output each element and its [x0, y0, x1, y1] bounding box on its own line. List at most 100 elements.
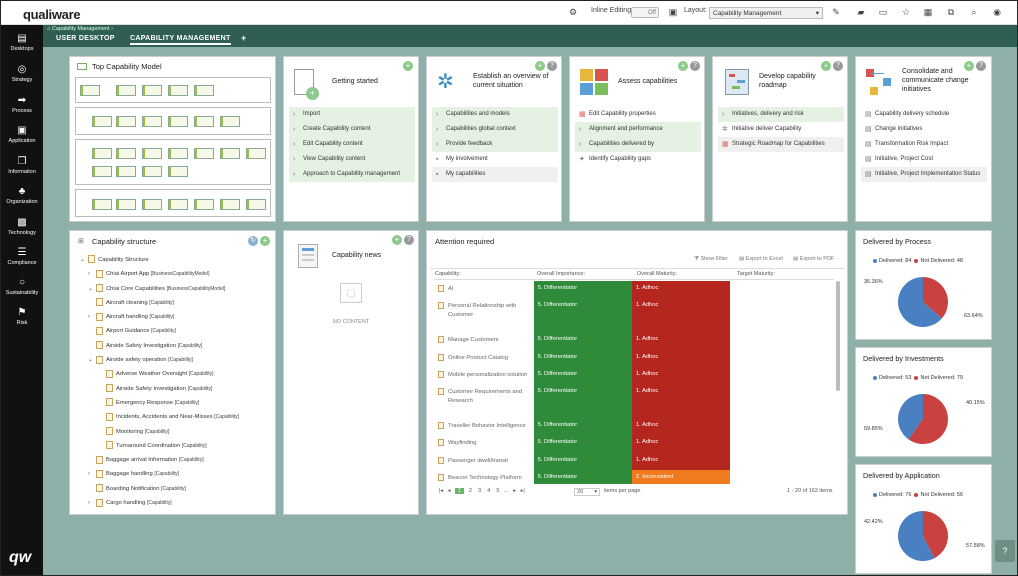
capability-cell[interactable]: Passenger dwell/transit	[434, 453, 534, 470]
export-pdf-button[interactable]: ▤ Export to PDF	[793, 256, 834, 262]
tree-item[interactable]: › Aircraft handling [Capability]	[76, 310, 274, 324]
pie-chart-process[interactable]	[896, 275, 950, 329]
compare-icon[interactable]: ⧉	[945, 6, 957, 18]
capability-cell[interactable]: AI	[434, 281, 534, 298]
capability-model-diagram[interactable]	[75, 77, 272, 217]
page-button[interactable]: 2	[469, 488, 472, 494]
table-row[interactable]: Online Product Catalog 5. Differentiator 1…	[434, 349, 734, 367]
prev-page-button[interactable]: ◂	[448, 488, 451, 494]
first-page-button[interactable]: |◂	[439, 488, 443, 494]
menu-item[interactable]: › Alignment and performance	[575, 122, 701, 137]
expand-icon[interactable]: ›	[88, 496, 90, 510]
tree-item[interactable]: › Baggage handling [Capability]	[76, 467, 274, 481]
refresh-icon[interactable]: ↻	[248, 236, 258, 246]
add-button[interactable]: +	[392, 235, 402, 245]
tree-item[interactable]: Adverse Weather Oversight [Capability]	[76, 367, 274, 381]
menu-item[interactable]: ▪ My involvement	[432, 152, 558, 167]
sidebar-item-information[interactable]: ❐ Information	[1, 156, 43, 175]
expand-icon[interactable]: ›	[88, 267, 90, 281]
capability-cell[interactable]: Wayfinding	[434, 435, 534, 452]
add-button[interactable]: +	[403, 61, 413, 71]
col-header-importance[interactable]: Overall Importance:	[537, 271, 585, 277]
settings-icon[interactable]: ⚙	[567, 6, 579, 18]
layout-select[interactable]: Capability Management ▾	[709, 7, 823, 19]
inline-editing-toggle[interactable]: Off	[631, 7, 659, 18]
sidebar-item-compliance[interactable]: ☰ Compliance	[1, 247, 43, 266]
menu-item[interactable]: › Create Capability content	[289, 122, 415, 137]
menu-item[interactable]: › Import	[289, 107, 415, 122]
tree-item[interactable]: Incidents, Accidents and Near-Misses [Ca…	[76, 410, 274, 424]
col-header-capability[interactable]: Capability:	[435, 271, 461, 277]
help-float-button[interactable]: ?	[995, 540, 1015, 562]
tree-item[interactable]: ⌄ Chiai Core Capabilities [BusinessCapabi…	[76, 282, 274, 296]
pie-chart-application[interactable]	[896, 509, 950, 563]
collapse-icon[interactable]: ⌄	[88, 353, 93, 367]
menu-item[interactable]: ▤ Initiative, Project Implementation Stat…	[861, 167, 987, 182]
table-row[interactable]: Passenger dwell/transit 5. Differentiator…	[434, 452, 734, 471]
tree-item[interactable]: Monitoring [Capability]	[76, 425, 274, 439]
tree-item[interactable]: Airside Safety Investigation [Capability…	[76, 339, 274, 353]
breadcrumb[interactable]: ⌂ Capability Management ›	[47, 26, 113, 32]
table-row[interactable]: AI 5. Differentiator 1. Adhoc	[434, 281, 734, 299]
show-filter-button[interactable]: ⧩ Show Filter	[694, 256, 728, 263]
add-tab-button[interactable]: +	[241, 33, 247, 43]
menu-item[interactable]: ✦ Identify Capability gaps	[575, 152, 701, 167]
sidebar-item-strategy[interactable]: ◎ Strategy	[1, 64, 43, 83]
tree-item[interactable]: Baggage arrival Information [Capability]	[76, 453, 274, 467]
tree-item[interactable]: Boarding Notification [Capability]	[76, 482, 274, 496]
col-header-maturity[interactable]: Overall Maturity:	[637, 271, 677, 277]
menu-item[interactable]: › Provide feedback	[432, 137, 558, 152]
tree-item[interactable]: Airside Safety Investigation [Capability…	[76, 382, 274, 396]
table-scrollbar[interactable]	[836, 281, 840, 391]
sidebar-item-application[interactable]: ▣ Application	[1, 125, 43, 144]
sidebar-item-process[interactable]: ➡ Process	[1, 95, 43, 114]
pie-chart-investments[interactable]	[896, 392, 950, 446]
tree-item[interactable]: › Cargo handling [Capability]	[76, 496, 274, 510]
add-button[interactable]: +	[535, 61, 545, 71]
menu-item[interactable]: ▤ Initiative, Project Cost	[861, 152, 987, 167]
capability-cell[interactable]: Beacon Technology Platform	[434, 470, 534, 484]
folder-icon[interactable]: ▰	[855, 6, 867, 18]
col-header-target-maturity[interactable]: Target Maturity:	[737, 271, 775, 277]
sidebar-item-technology[interactable]: ▩ Technology	[1, 217, 43, 236]
presentation-icon[interactable]: ▭	[877, 6, 889, 18]
menu-item[interactable]: ▤ Transformation Risk Impact	[861, 137, 987, 152]
table-row[interactable]: Customer Requirements and Research 5. Dif…	[434, 384, 734, 419]
menu-item[interactable]: › Capabilities and models	[432, 107, 558, 122]
collapse-icon[interactable]: ⌄	[88, 282, 93, 296]
sidebar-item-organization[interactable]: ♣ Organization	[1, 186, 43, 205]
help-icon[interactable]: ?	[404, 235, 414, 245]
expand-icon[interactable]: ›	[88, 310, 90, 324]
menu-item[interactable]: ▦ Strategic Roadmap for Capabilities	[718, 137, 844, 152]
table-row[interactable]: Traveller Behavior Intelligence 5. Differ…	[434, 418, 734, 436]
page-button[interactable]: 1	[455, 488, 465, 494]
add-button[interactable]: +	[260, 236, 270, 246]
help-icon[interactable]: ?	[833, 61, 843, 71]
sidebar-item-sustainability[interactable]: ○ Sustainability	[1, 277, 43, 296]
page-button[interactable]: 4	[487, 488, 490, 494]
menu-item[interactable]: › Capabilities global context	[432, 122, 558, 137]
menu-item[interactable]: ✲ Initiative deliver Capability	[718, 122, 844, 137]
sidebar-item-risk[interactable]: ⚑ Risk	[1, 307, 43, 326]
table-row[interactable]: Wayfinding 5. Differentiator 1. Adhoc	[434, 435, 734, 453]
menu-item[interactable]: › Initiatives, delivery and risk	[718, 107, 844, 122]
page-button[interactable]: 5	[496, 488, 499, 494]
apps-icon[interactable]: ▦	[922, 6, 934, 18]
menu-item[interactable]: › Approach to Capability management	[289, 167, 415, 182]
menu-item[interactable]: ▤ Change initiatives	[861, 122, 987, 137]
add-button[interactable]: +	[821, 61, 831, 71]
capability-cell[interactable]: Online Product Catalog	[434, 350, 534, 367]
menu-item[interactable]: ▪ My capabilities	[432, 167, 558, 182]
menu-item[interactable]: ▤ Capability delivery schedule	[861, 107, 987, 122]
capability-cell[interactable]: Traveller Behavior Intelligence	[434, 418, 534, 435]
tab-capability-management[interactable]: CAPABILITY MANAGEMENT	[130, 35, 231, 45]
table-row[interactable]: Manage Customers 5. Differentiator 1. Adho…	[434, 332, 734, 350]
capability-cell[interactable]: Personal Relationship with Customer	[434, 298, 534, 332]
user-icon[interactable]: ◉	[991, 6, 1003, 18]
tree-item[interactable]: ⌄ Capability Structure	[76, 253, 274, 267]
help-icon[interactable]: ?	[547, 61, 557, 71]
collapse-icon[interactable]: ⌄	[80, 253, 85, 267]
page-size-select[interactable]: 20 ▾	[574, 488, 601, 496]
table-row[interactable]: Beacon Technology Platform 5. Differentia…	[434, 470, 734, 484]
help-icon[interactable]: ?	[690, 61, 700, 71]
